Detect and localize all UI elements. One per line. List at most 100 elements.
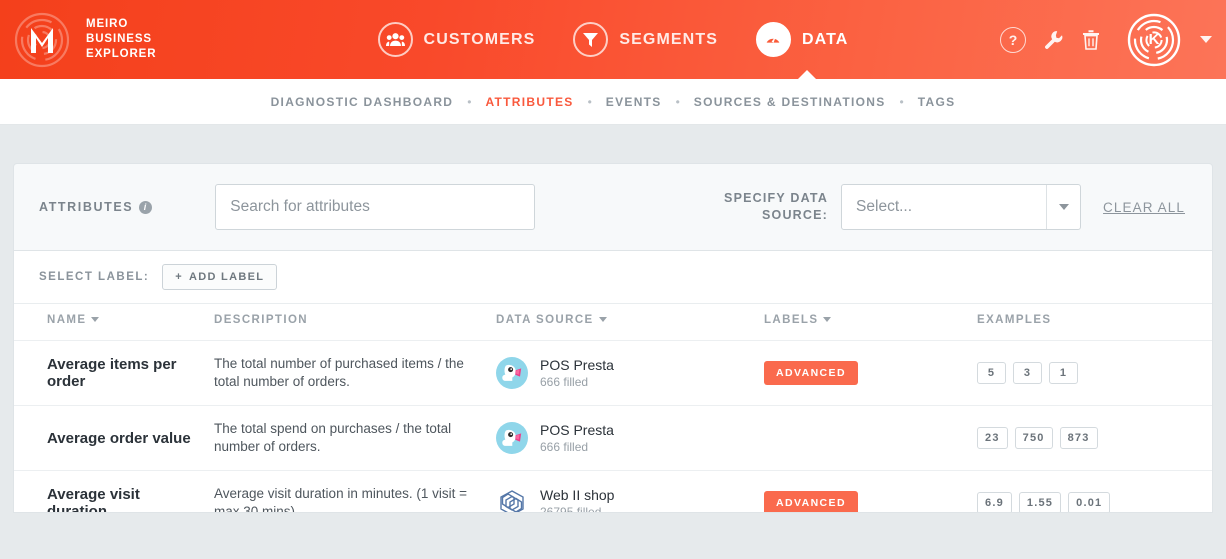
example-chip: 1.55 bbox=[1018, 492, 1062, 512]
subnav-separator: • bbox=[587, 94, 592, 109]
avatar-initial: K bbox=[1148, 31, 1160, 48]
data-source-name: POS Presta bbox=[540, 421, 614, 438]
sort-caret-icon bbox=[823, 317, 832, 323]
clear-all-button[interactable]: CLEAR ALL bbox=[1103, 200, 1185, 215]
subnav-item-sources-destinations[interactable]: SOURCES & DESTINATIONS bbox=[694, 95, 886, 109]
subnav-item-events[interactable]: EVENTS bbox=[606, 95, 662, 109]
column-header-examples: EXAMPLES bbox=[977, 303, 1212, 341]
column-header-data-source-text: DATA SOURCE bbox=[496, 314, 594, 326]
data-source-label: SPECIFY DATA SOURCE: bbox=[724, 191, 829, 222]
funnel-icon bbox=[573, 22, 609, 57]
table-row[interactable]: Average order value The total spend on p… bbox=[14, 405, 1212, 471]
caret-down-icon bbox=[1046, 185, 1080, 229]
nav-label-segments: SEGMENTS bbox=[619, 30, 718, 48]
table-header: NAME DESCRIPTION DATA SOURCE LABELS EXAM… bbox=[14, 303, 1212, 341]
column-header-description: DESCRIPTION bbox=[214, 303, 496, 341]
attribute-name: Average items per order bbox=[14, 340, 214, 406]
attribute-examples: 23 750 873 bbox=[977, 405, 1212, 471]
example-chip: 0.01 bbox=[1068, 492, 1111, 512]
column-header-data-source[interactable]: DATA SOURCE bbox=[496, 303, 764, 341]
brand-line-3: EXPLORER bbox=[86, 48, 157, 60]
brand-logo-area[interactable]: MEIRO BUSINESS EXPLORER bbox=[0, 12, 156, 68]
active-tab-pointer bbox=[797, 70, 817, 80]
attribute-data-source: POS Presta 666 filled bbox=[496, 340, 764, 406]
attributes-label-text: ATTRIBUTES bbox=[39, 200, 134, 214]
user-avatar[interactable]: K bbox=[1127, 13, 1181, 67]
column-header-examples-text: EXAMPLES bbox=[977, 314, 1052, 326]
data-source-filled-count: 666 filled bbox=[540, 374, 589, 389]
people-icon bbox=[377, 22, 413, 57]
example-chip: 1 bbox=[1049, 362, 1078, 384]
example-chip: 3 bbox=[1013, 362, 1042, 384]
status-badge: ADVANCED bbox=[764, 491, 858, 512]
brand-name: MEIRO BUSINESS EXPLORER bbox=[86, 17, 156, 62]
subnav-separator: • bbox=[899, 94, 904, 109]
table-header-row: NAME DESCRIPTION DATA SOURCE LABELS EXAM… bbox=[14, 303, 1212, 341]
search-input[interactable] bbox=[215, 184, 536, 230]
top-right-actions: ? K bbox=[1000, 13, 1212, 67]
nav-label-customers: CUSTOMERS bbox=[423, 30, 536, 48]
brand-line-2: BUSINESS bbox=[86, 33, 152, 45]
nav-item-customers[interactable]: CUSTOMERS bbox=[377, 22, 536, 57]
example-chip: 5 bbox=[977, 362, 1006, 384]
example-chip: 750 bbox=[1014, 427, 1053, 449]
attribute-labels: ADVANCED bbox=[764, 470, 977, 512]
wrench-icon bbox=[1045, 30, 1063, 49]
data-source-select[interactable]: Select... bbox=[841, 184, 1082, 230]
attributes-section-label: ATTRIBUTES i bbox=[39, 200, 153, 214]
meiro-maze-logo-icon bbox=[14, 12, 70, 68]
data-source-name: Web II shop bbox=[540, 486, 615, 503]
info-icon[interactable]: i bbox=[139, 200, 153, 214]
attribute-description: The total spend on purchases / the total… bbox=[214, 405, 496, 471]
label-filter-row: SELECT LABEL: + ADD LABEL bbox=[14, 251, 1212, 303]
chevron-down-icon[interactable] bbox=[1200, 36, 1212, 43]
table-row[interactable]: Average items per order The total number… bbox=[14, 340, 1212, 406]
subnav-separator: • bbox=[467, 94, 472, 109]
example-chip: 6.9 bbox=[977, 492, 1012, 512]
column-header-name-text: NAME bbox=[47, 314, 87, 326]
main-content: ATTRIBUTES i SPECIFY DATA SOURCE: Select… bbox=[0, 125, 1226, 513]
delete-button[interactable] bbox=[1082, 29, 1100, 50]
subnav-item-diagnostic-dashboard[interactable]: DIAGNOSTIC DASHBOARD bbox=[271, 95, 454, 109]
question-mark-icon: ? bbox=[1000, 26, 1026, 53]
prestashop-icon bbox=[496, 422, 528, 454]
subnav-item-attributes[interactable]: ATTRIBUTES bbox=[485, 95, 573, 109]
settings-button[interactable] bbox=[1043, 29, 1065, 51]
attribute-data-source: Web II shop 26795 filled bbox=[496, 470, 764, 513]
attribute-description: The total number of purchased items / th… bbox=[214, 340, 496, 406]
select-label-text: SELECT LABEL: bbox=[39, 271, 150, 283]
example-chip: 873 bbox=[1059, 427, 1098, 449]
nav-item-data[interactable]: DATA bbox=[755, 22, 849, 57]
attribute-description: Average visit duration in minutes. (1 vi… bbox=[214, 470, 496, 512]
nav-item-segments[interactable]: SEGMENTS bbox=[573, 22, 718, 57]
help-button[interactable]: ? bbox=[1000, 26, 1026, 53]
attributes-table: NAME DESCRIPTION DATA SOURCE LABELS EXAM… bbox=[14, 303, 1212, 513]
sort-caret-icon bbox=[598, 317, 607, 323]
add-label-button[interactable]: + ADD LABEL bbox=[162, 264, 278, 290]
attribute-examples: 5 3 1 bbox=[977, 340, 1212, 406]
trash-icon bbox=[1083, 30, 1099, 50]
column-header-labels-text: LABELS bbox=[764, 314, 819, 326]
data-source-name: POS Presta bbox=[540, 356, 614, 373]
top-header-bar: MEIRO BUSINESS EXPLORER CUSTOMERS SEGMEN… bbox=[0, 0, 1226, 80]
example-chip: 23 bbox=[977, 427, 1008, 449]
attribute-labels: ADVANCED bbox=[764, 340, 977, 406]
sort-caret-icon bbox=[91, 317, 100, 323]
attribute-data-source: POS Presta 666 filled bbox=[496, 405, 764, 471]
filter-panel: ATTRIBUTES i SPECIFY DATA SOURCE: Select… bbox=[13, 163, 1213, 251]
column-header-labels[interactable]: LABELS bbox=[764, 303, 977, 341]
status-badge: ADVANCED bbox=[764, 361, 858, 385]
brand-line-1: MEIRO bbox=[86, 18, 129, 30]
column-header-name[interactable]: NAME bbox=[14, 303, 214, 341]
nav-label-data: DATA bbox=[801, 30, 849, 48]
hexagon-cube-icon bbox=[500, 490, 524, 512]
attribute-examples: 6.9 1.55 0.01 bbox=[977, 470, 1212, 512]
data-source-filled-count: 26795 filled bbox=[540, 504, 602, 513]
data-source-select-value: Select... bbox=[856, 198, 913, 215]
attribute-name: Average order value bbox=[14, 405, 214, 471]
subnav-item-tags[interactable]: TAGS bbox=[918, 95, 956, 109]
attribute-labels bbox=[764, 405, 977, 471]
data-source-filled-count: 666 filled bbox=[540, 439, 589, 454]
table-row[interactable]: Average visit duration Average visit dur… bbox=[14, 470, 1212, 513]
attribute-name: Average visit duration bbox=[14, 470, 214, 512]
